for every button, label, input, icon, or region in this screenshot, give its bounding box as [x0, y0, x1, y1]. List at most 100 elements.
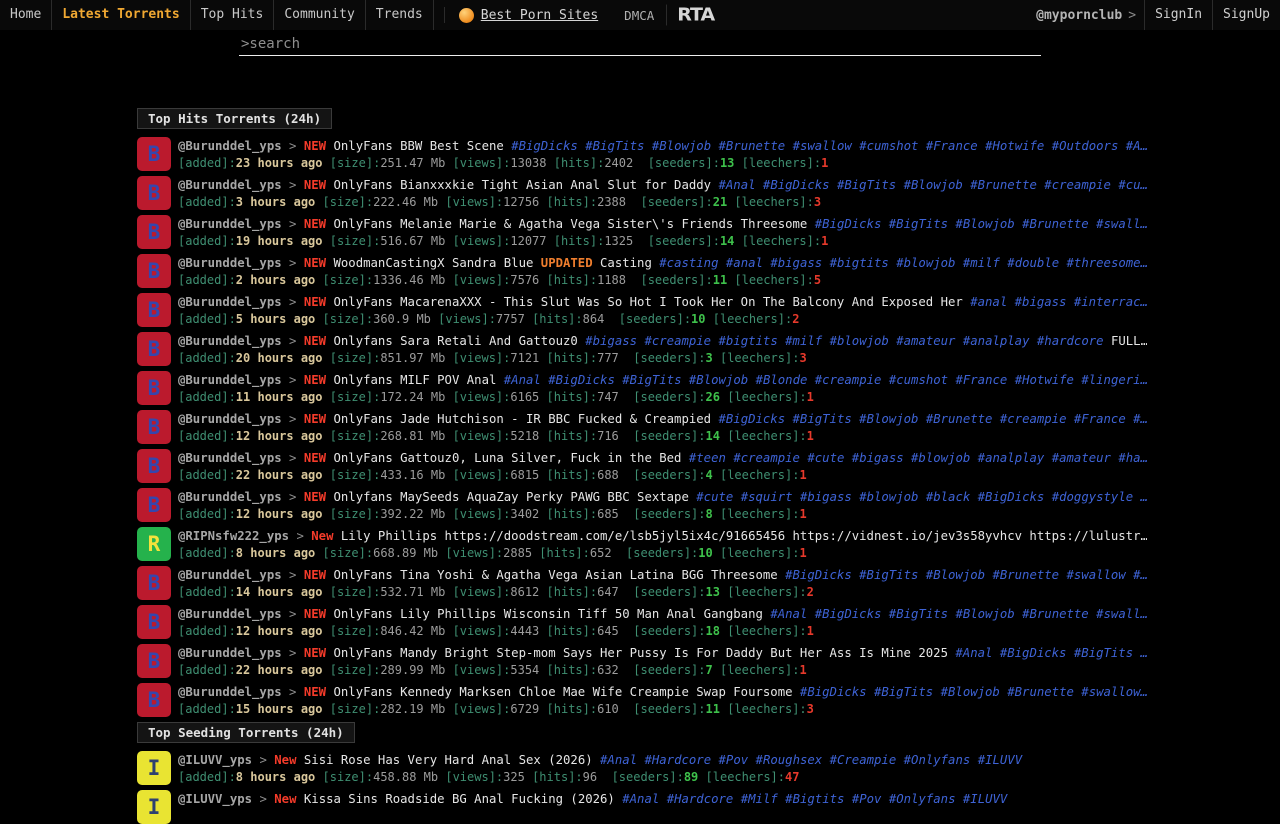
tag-link[interactable]: #France: [955, 373, 1007, 387]
nav-item-trends[interactable]: Trends: [366, 0, 434, 30]
tag-link[interactable]: #creampie: [644, 334, 711, 348]
tag-link[interactable]: #Anal: [622, 792, 659, 806]
signin-button[interactable]: SignIn: [1144, 0, 1212, 30]
user-avatar[interactable]: B: [137, 449, 171, 483]
torrent-title-link[interactable]: Kissa Sins Roadside BG Anal Fucking (202…: [304, 792, 615, 806]
tag-link[interactable]: #milf: [785, 334, 822, 348]
username-link[interactable]: @Burunddel_yps: [178, 217, 282, 231]
nav-item-top-hits[interactable]: Top Hits: [191, 0, 275, 30]
torrent-title-link[interactable]: OnlyFans MacarenaXXX - This Slut Was So …: [334, 295, 963, 309]
tag-link[interactable]: #double: [1007, 256, 1059, 270]
tag-link[interactable]: #Hotwife: [985, 139, 1044, 153]
tag-link[interactable]: #blowjob: [830, 334, 889, 348]
tag-link[interactable]: #Anal: [718, 178, 755, 192]
tag-link[interactable]: #ha…: [1118, 451, 1147, 465]
dmca-link[interactable]: DMCA: [612, 8, 666, 23]
user-avatar[interactable]: B: [137, 137, 171, 171]
username-link[interactable]: @Burunddel_yps: [178, 412, 282, 426]
torrent-title-link[interactable]: Onlyfans Sara Retali And Gattouz0: [334, 334, 578, 348]
tag-link[interactable]: #bigtits: [830, 256, 889, 270]
user-avatar[interactable]: B: [137, 332, 171, 366]
tag-link[interactable]: #hardcore: [1037, 334, 1104, 348]
user-avatar[interactable]: B: [137, 293, 171, 327]
tag-link[interactable]: #BigTits: [889, 217, 948, 231]
tag-link[interactable]: #BigTits: [622, 373, 681, 387]
torrent-title-link[interactable]: OnlyFans BBW Best Scene: [334, 139, 504, 153]
tag-link[interactable]: #…: [1133, 412, 1147, 426]
username-link[interactable]: @Burunddel_yps: [178, 334, 282, 348]
tag-link[interactable]: #France: [926, 139, 978, 153]
user-avatar[interactable]: B: [137, 644, 171, 678]
username-link[interactable]: @Burunddel_yps: [178, 490, 282, 504]
user-avatar[interactable]: B: [137, 371, 171, 405]
tag-link[interactable]: #cu…: [1118, 178, 1147, 192]
tag-link[interactable]: #Onlyfans: [889, 792, 956, 806]
tag-link[interactable]: #France: [1074, 412, 1126, 426]
tag-link[interactable]: #BigDicks: [1000, 646, 1067, 660]
tag-link[interactable]: #black: [926, 490, 970, 504]
tag-link[interactable]: #blowjob: [859, 490, 918, 504]
tag-link[interactable]: #Blowjob: [955, 217, 1014, 231]
torrent-title-link[interactable]: Onlyfans MILF POV Anal: [334, 373, 497, 387]
tag-link[interactable]: #BigDicks: [785, 568, 852, 582]
username-link[interactable]: @Burunddel_yps: [178, 607, 282, 621]
tag-link[interactable]: #Blowjob: [941, 685, 1000, 699]
tag-link[interactable]: #Anal: [955, 646, 992, 660]
tag-link[interactable]: #swallow…: [1081, 685, 1147, 699]
tag-link[interactable]: #doggystyle: [1052, 490, 1133, 504]
tag-link[interactable]: #analplay: [978, 451, 1045, 465]
tag-link[interactable]: #Bigtits: [785, 792, 844, 806]
tag-link[interactable]: #bigass: [800, 490, 852, 504]
username-link[interactable]: @Burunddel_yps: [178, 568, 282, 582]
tag-link[interactable]: #BigDicks: [763, 178, 830, 192]
tag-link[interactable]: #BigDicks: [718, 412, 785, 426]
tag-link[interactable]: #Roughsex: [756, 753, 823, 767]
tag-link[interactable]: #Creampie: [830, 753, 897, 767]
tag-link[interactable]: #interrac…: [1074, 295, 1147, 309]
tag-link[interactable]: #BigTits: [793, 412, 852, 426]
torrent-title-link[interactable]: OnlyFans Jade Hutchison - IR BBC Fucked …: [334, 412, 712, 426]
tag-link[interactable]: …: [1141, 490, 1147, 504]
tag-link[interactable]: #A…: [1126, 139, 1147, 153]
tag-link[interactable]: #squirt: [741, 490, 793, 504]
tag-link[interactable]: #Anal: [770, 607, 807, 621]
username-link[interactable]: @ILUVV_yps: [178, 753, 252, 767]
tag-link[interactable]: #BigDicks: [511, 139, 578, 153]
tag-link[interactable]: #threesome…: [1067, 256, 1147, 270]
tag-link[interactable]: #Anal: [600, 753, 637, 767]
tag-link[interactable]: #…: [1133, 568, 1147, 582]
search-input[interactable]: >search: [239, 34, 1041, 56]
tag-link[interactable]: #Blowjob: [652, 139, 711, 153]
tag-link[interactable]: #Pov: [719, 753, 749, 767]
tag-link[interactable]: #bigass: [770, 256, 822, 270]
tag-link[interactable]: #Brunette: [1007, 685, 1074, 699]
user-avatar[interactable]: R: [137, 527, 171, 561]
tag-link[interactable]: #Brunette: [719, 139, 786, 153]
tag-link[interactable]: #amateur: [896, 334, 955, 348]
tag-link[interactable]: #blowjob: [911, 451, 970, 465]
tag-link[interactable]: #Brunette: [970, 178, 1037, 192]
user-avatar[interactable]: B: [137, 488, 171, 522]
username-link[interactable]: @Burunddel_yps: [178, 256, 282, 270]
tag-link[interactable]: #Anal: [504, 373, 541, 387]
signup-button[interactable]: SignUp: [1212, 0, 1280, 30]
username-link[interactable]: @Burunddel_yps: [178, 451, 282, 465]
tag-link[interactable]: #swallow: [793, 139, 852, 153]
tag-link[interactable]: #cute: [807, 451, 844, 465]
tag-link[interactable]: #bigass: [585, 334, 637, 348]
user-avatar[interactable]: B: [137, 176, 171, 210]
tag-link[interactable]: #Hardcore: [644, 753, 711, 767]
tag-link[interactable]: #Brunette: [992, 568, 1059, 582]
username-link[interactable]: @Burunddel_yps: [178, 373, 282, 387]
tag-link[interactable]: #creampie: [733, 451, 800, 465]
tag-link[interactable]: #BigTits: [889, 607, 948, 621]
tag-link[interactable]: #Blowjob: [859, 412, 918, 426]
torrent-title-link[interactable]: OnlyFans Melanie Marie & Agatha Vega Sis…: [334, 217, 808, 231]
torrent-title-link[interactable]: OnlyFans Bianxxxkie Tight Asian Anal Slu…: [334, 178, 712, 192]
user-avatar[interactable]: B: [137, 566, 171, 600]
username-link[interactable]: @Burunddel_yps: [178, 178, 282, 192]
tag-link[interactable]: #cumshot: [859, 139, 918, 153]
tag-link[interactable]: #BigDicks: [815, 607, 882, 621]
tag-link[interactable]: #ILUVV: [963, 792, 1007, 806]
tag-link[interactable]: #swall…: [1096, 607, 1147, 621]
